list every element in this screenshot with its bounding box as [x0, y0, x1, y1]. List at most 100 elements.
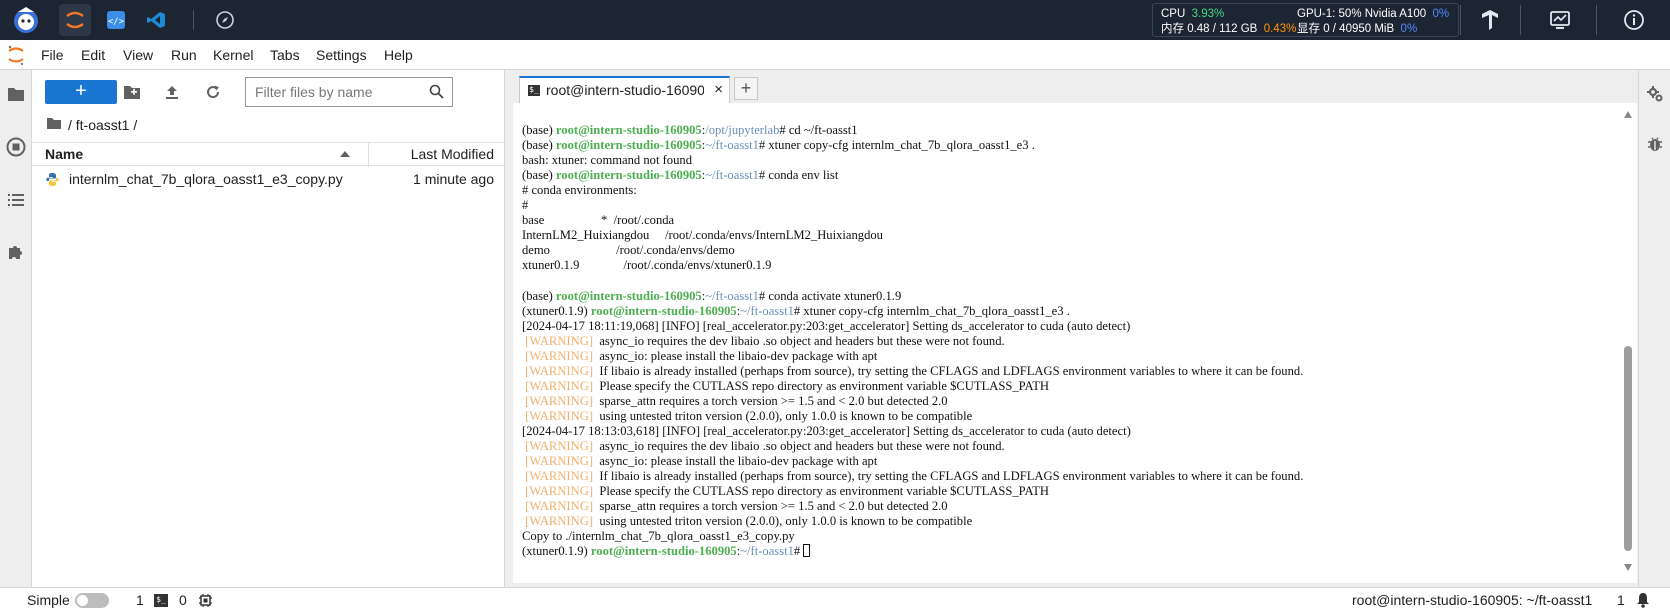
terminal-line: [WARNING] If libaio is already installed… — [522, 364, 1303, 379]
terminal-output[interactable]: (base) root@intern-studio-160905:/opt/ju… — [513, 103, 1637, 583]
terminal-text-segment: async_io: please install the libaio-dev … — [593, 348, 878, 363]
toolbar-divider — [1520, 5, 1521, 35]
add-tab-button[interactable]: + — [734, 77, 758, 100]
jupyter-app-icon[interactable] — [59, 4, 91, 36]
terminal-text-segment: (base) — [522, 168, 556, 183]
scrollbar-thumb[interactable] — [1624, 346, 1632, 551]
running-kernels-icon[interactable] — [4, 135, 28, 159]
prompt-path: ~/ft-oasst1 — [705, 168, 759, 183]
breadcrumb-path[interactable]: / ft-oasst1 / — [68, 117, 137, 133]
notification-bell-icon[interactable] — [1635, 591, 1651, 612]
info-icon[interactable] — [1618, 4, 1650, 36]
scroll-down-icon[interactable] — [1624, 564, 1632, 571]
terminal-icon: $_ — [154, 594, 168, 607]
vram-value: 0% — [1400, 23, 1418, 35]
extensions-icon[interactable] — [4, 240, 28, 264]
code-app-icon[interactable]: </> — [100, 4, 132, 36]
menu-kernel[interactable]: Kernel — [213, 47, 253, 63]
terminal-line: [WARNING] sparse_attn requires a torch v… — [522, 394, 1303, 409]
terminal-text-segment: using untested triton version (2.0.0), o… — [593, 514, 973, 529]
terminal-line: xtuner0.1.9 /root/.conda/envs/xtuner0.1.… — [522, 258, 1303, 273]
vscode-app-icon[interactable] — [140, 4, 172, 36]
warning-tag: [WARNING] — [525, 363, 594, 378]
terminal-text-segment: Please specify the CUTLASS repo director… — [593, 484, 1049, 499]
warning-tag: [WARNING] — [525, 438, 594, 453]
column-divider[interactable] — [368, 143, 369, 167]
memory-label: 内存 0.48 / 112 GB — [1161, 23, 1258, 35]
terminal-text-segment: # xtuner copy-cfg internlm_chat_7b_qlora… — [793, 303, 1070, 318]
folder-icon[interactable] — [46, 117, 62, 133]
table-of-contents-icon[interactable] — [4, 188, 28, 212]
debugger-icon[interactable] — [1643, 132, 1667, 156]
kernels-count[interactable]: 1 — [136, 592, 144, 608]
prompt-user: root@intern-studio-160905 — [555, 138, 702, 153]
simple-mode-toggle[interactable] — [75, 593, 109, 608]
top-bar: </> CPU 3.93% GPU-1: 50% Nvidia A100 0% … — [0, 0, 1670, 40]
file-list-header: Name Last Modified — [32, 142, 504, 167]
tab-terminal[interactable]: $_ root@intern-studio-16090 × — [519, 76, 730, 103]
prompt-path: ~/ft-oasst1 — [740, 544, 794, 559]
terminal-line: [WARNING] Please specify the CUTLASS rep… — [522, 484, 1303, 499]
column-modified-header[interactable]: Last Modified — [411, 146, 494, 162]
terminal-text-segment: (xtuner0.1.9) — [522, 303, 591, 318]
gpu-value: 0% — [1432, 8, 1450, 20]
terminal-line: [WARNING] async_io requires the dev liba… — [522, 334, 1303, 349]
close-icon[interactable]: × — [714, 81, 723, 98]
toggle-knob — [77, 595, 88, 606]
terminal-text-segment: [2024-04-17 18:11:19,068] [INFO] [real_a… — [522, 318, 1131, 333]
terminal-cursor — [803, 544, 811, 558]
prompt-user: root@intern-studio-160905 — [555, 288, 702, 303]
terminals-count[interactable]: 0 — [179, 592, 187, 608]
menu-file[interactable]: File — [41, 47, 64, 63]
terminal-line: [WARNING] using untested triton version … — [522, 514, 1303, 529]
menu-edit[interactable]: Edit — [81, 47, 105, 63]
terminal-text-segment: # cd ~/ft-oasst1 — [779, 123, 858, 137]
prompt-path: ~/ft-oasst1 — [705, 138, 759, 153]
terminal-text-segment: (base) — [522, 123, 556, 137]
menu-help[interactable]: Help — [384, 47, 413, 63]
prompt-path: ~/ft-oasst1 — [740, 303, 794, 318]
file-filter-input[interactable]: Filter files by name — [245, 77, 453, 107]
compass-icon[interactable] — [209, 4, 241, 36]
warning-tag: [WARNING] — [525, 484, 594, 499]
terminal-line: InternLM2_Huixiangdou /root/.conda/envs/… — [522, 228, 1303, 243]
new-launcher-button[interactable]: + — [45, 80, 117, 104]
file-list-item[interactable]: internlm_chat_7b_qlora_oasst1_e3_copy.py… — [32, 168, 504, 192]
terminal-line: [WARNING] async_io: please install the l… — [522, 454, 1303, 469]
file-browser-panel: + Filter files by name / ft-oasst1 / Nam… — [32, 70, 505, 587]
cpu-label: CPU — [1161, 8, 1186, 20]
terminal-text-segment: # xtuner copy-cfg internlm_chat_7b_qlora… — [758, 138, 1035, 153]
tensorflow-icon[interactable] — [1474, 4, 1506, 36]
terminal-line: (xtuner0.1.9) root@intern-studio-160905:… — [522, 304, 1303, 319]
menu-settings[interactable]: Settings — [316, 47, 367, 63]
breadcrumb: / ft-oasst1 / — [46, 117, 137, 133]
terminal-text-segment: Please specify the CUTLASS repo director… — [593, 378, 1049, 393]
terminal-line: demo /root/.conda/envs/demo — [522, 243, 1303, 258]
terminal-line: [WARNING] async_io requires the dev liba… — [522, 439, 1303, 454]
new-folder-icon[interactable] — [121, 81, 143, 103]
terminal-line: (base) root@intern-studio-160905:~/ft-oa… — [522, 138, 1303, 153]
filter-placeholder: Filter files by name — [255, 84, 373, 100]
refresh-icon[interactable] — [202, 81, 224, 103]
terminal-text-segment: InternLM2_Huixiangdou /root/.conda/envs/… — [522, 228, 883, 243]
scroll-up-icon[interactable] — [1624, 111, 1632, 118]
menu-tabs[interactable]: Tabs — [270, 47, 300, 63]
menu-run[interactable]: Run — [171, 47, 197, 63]
warning-tag: [WARNING] — [525, 454, 594, 469]
folder-icon[interactable] — [4, 82, 28, 106]
terminal-scrollbar[interactable] — [1623, 111, 1633, 571]
terminal-text-segment: (base) — [522, 288, 556, 303]
monitor-icon[interactable] — [1544, 4, 1576, 36]
menu-view[interactable]: View — [123, 47, 153, 63]
prompt-user: root@intern-studio-160905 — [590, 303, 737, 318]
warning-tag: [WARNING] — [525, 499, 594, 514]
terminal-panel: $_ root@intern-studio-16090 × + (base) r… — [506, 70, 1638, 587]
intern-studio-logo-icon[interactable] — [10, 4, 42, 36]
sort-ascending-icon — [340, 151, 350, 157]
column-name-header[interactable]: Name — [45, 146, 83, 162]
warning-tag: [WARNING] — [525, 333, 594, 348]
upload-icon[interactable] — [161, 81, 183, 103]
property-inspector-icon[interactable] — [1643, 82, 1667, 106]
file-name[interactable]: internlm_chat_7b_qlora_oasst1_e3_copy.py — [69, 171, 343, 187]
